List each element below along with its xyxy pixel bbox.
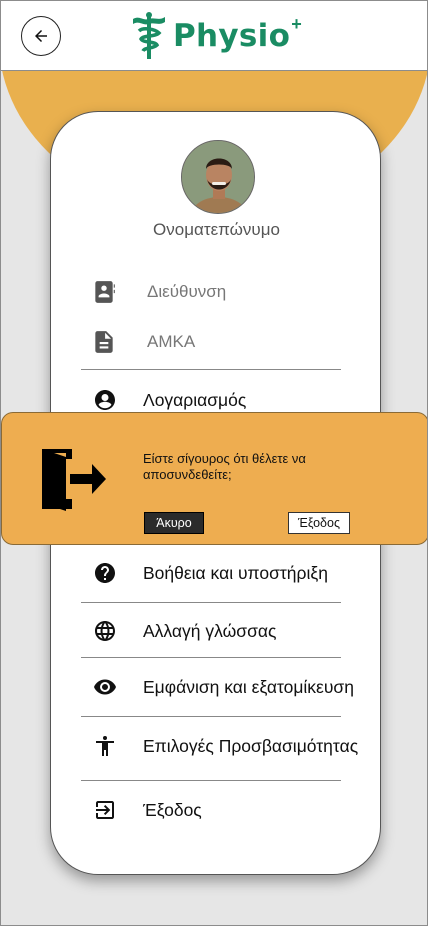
divider <box>81 716 341 717</box>
arrow-left-icon <box>35 30 47 42</box>
menu-item-help[interactable]: Βοήθεια και υποστήριξη <box>93 558 328 588</box>
menu-item-account[interactable]: Λογαριασμός <box>93 385 246 415</box>
amka-row: ΑΜΚΑ <box>91 327 195 357</box>
menu-label-logout: Έξοδος <box>143 799 202 820</box>
divider <box>81 602 341 603</box>
menu-label-language: Αλλαγή γλώσσας <box>143 620 277 641</box>
address-row: Διεύθυνση <box>91 277 226 307</box>
cancel-button[interactable]: Άκυρο <box>144 512 204 534</box>
confirm-logout-button[interactable]: Έξοδος <box>288 512 350 534</box>
address-label: Διεύθυνση <box>147 282 227 301</box>
back-button[interactable] <box>21 16 61 56</box>
contact-book-icon <box>95 281 115 303</box>
logout-icon <box>96 801 114 819</box>
eye-icon <box>94 679 116 695</box>
menu-label-accessibility: Επιλογές Προσβασιμότητας <box>143 735 359 756</box>
divider <box>81 657 341 658</box>
menu-label-account: Λογαριασμός <box>143 389 247 410</box>
menu-label-appearance: Εμφάνιση και εξατομίκευση <box>143 676 354 697</box>
profile-name: Ονοματεπώνυμο <box>153 220 280 239</box>
logout-confirm-dialog: Είστε σίγουρος ότι θέλετε να αποσυνδεθεί… <box>1 412 427 545</box>
caduceus-icon <box>133 12 165 59</box>
document-icon <box>95 331 113 353</box>
avatar[interactable] <box>181 140 255 214</box>
menu-item-accessibility[interactable]: Επιλογές Προσβασιμότητας <box>93 731 358 761</box>
dialog-message: Είστε σίγουρος ότι θέλετε να αποσυνδεθεί… <box>143 451 306 482</box>
accessibility-icon <box>96 736 114 756</box>
divider <box>81 369 341 370</box>
logout-door-icon <box>40 447 108 518</box>
app-frame: Physio + Ονοματεπώνυμο Διεύθυνση ΑΜΚΑ Λο… <box>0 0 428 926</box>
help-icon <box>95 563 115 583</box>
app-logo: Physio + <box>131 9 302 63</box>
logo-text: Physio <box>173 18 291 54</box>
menu-item-logout[interactable]: Έξοδος <box>93 795 202 825</box>
logo-plus: + <box>291 13 302 34</box>
top-bar: Physio + <box>1 1 427 71</box>
menu-item-appearance[interactable]: Εμφάνιση και εξατομίκευση <box>93 672 354 702</box>
avatar-portrait <box>182 141 254 213</box>
globe-icon <box>95 621 115 641</box>
amka-label: ΑΜΚΑ <box>147 332 196 351</box>
account-circle-icon <box>95 390 115 410</box>
menu-item-language[interactable]: Αλλαγή γλώσσας <box>93 616 276 646</box>
menu-label-help: Βοήθεια και υποστήριξη <box>143 562 328 583</box>
divider <box>81 780 341 781</box>
